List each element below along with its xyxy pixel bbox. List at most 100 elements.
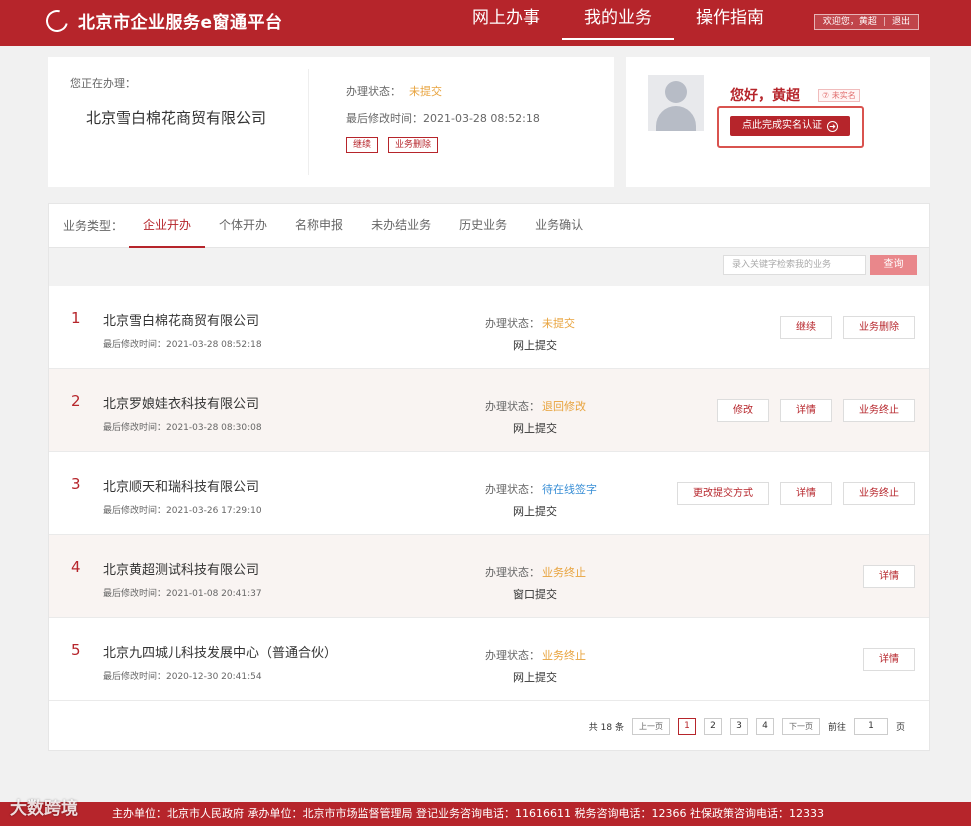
terminate-button[interactable]: 业务终止 [843,482,915,505]
list-item: 2 北京罗娘娃衣科技有限公司 最后修改时间：2021-03-28 08:30:0… [49,369,929,452]
delete-business-button[interactable]: 业务删除 [388,137,439,153]
row-number: 5 [71,641,81,659]
details-button[interactable]: 详情 [863,565,915,588]
row-modified-time: 最后修改时间：2021-01-08 20:41:37 [103,589,262,599]
welcome-text: 欢迎您，黄超 [822,17,877,27]
current-modified-time: 最后修改时间：2021-03-28 08:52:18 [346,112,540,125]
page-2[interactable]: 2 [703,717,722,735]
row-company-name[interactable]: 北京罗娘娃衣科技有限公司 [103,393,259,412]
main-nav: 网上办事 我的业务 操作指南 [450,0,786,40]
terminate-button[interactable]: 业务终止 [843,399,915,422]
nav-guide[interactable]: 操作指南 [674,0,786,40]
row-modified-time: 最后修改时间：2020-12-30 20:41:54 [103,672,262,682]
row-status: 办理状态： 未提交 [485,317,575,330]
page-4[interactable]: 4 [755,717,774,735]
page-unit: 页 [895,722,905,733]
row-status-value: 未提交 [542,317,575,330]
logo[interactable]: 北京市企业服务e窗通平台 [41,5,283,36]
row-modified-time: 最后修改时间：2021-03-26 17:29:10 [103,506,262,516]
row-submit-method: 网上提交 [513,505,557,518]
tab-unfinished[interactable]: 未办结业务 [357,204,445,248]
logo-text: 北京市企业服务e窗通平台 [78,13,283,33]
row-company-name[interactable]: 北京雪白棉花商贸有限公司 [103,310,259,329]
row-status: 办理状态： 业务终止 [485,649,586,662]
avatar [648,75,704,131]
row-modified-time: 最后修改时间：2021-03-28 08:52:18 [103,340,262,350]
tab-name-declaration[interactable]: 名称申报 [281,204,357,248]
business-list-panel: 业务类型： 企业开办 个体开办 名称申报 未办结业务 历史业务 业务确认 录入关… [48,203,930,751]
row-company-name[interactable]: 北京黄超测试科技有限公司 [103,559,259,578]
logout-link[interactable]: 退出 [892,15,910,29]
row-number: 2 [71,392,81,410]
row-submit-method: 网上提交 [513,339,557,352]
row-company-name[interactable]: 北京九四城儿科技发展中心（普通合伙） [103,642,337,661]
footer: 主办单位：北京市人民政府 承办单位：北京市市场监督管理局 登记业务咨询电话：11… [0,802,971,826]
prev-page-button[interactable]: 上一页 [631,717,670,735]
row-status-value: 待在线签字 [542,483,597,496]
row-number: 1 [71,309,81,327]
page-3[interactable]: 3 [729,717,748,735]
row-actions: 更改提交方式 详情 业务终止 [677,482,915,505]
divider [308,69,309,175]
row-status: 办理状态： 退回修改 [485,400,586,413]
row-submit-method: 网上提交 [513,422,557,435]
list-item: 1 北京雪白棉花商贸有限公司 最后修改时间：2021-03-28 08:52:1… [49,286,929,369]
row-company-name[interactable]: 北京顺天和瑞科技有限公司 [103,476,259,495]
tab-confirm[interactable]: 业务确认 [521,204,597,248]
row-status-value: 业务终止 [542,566,586,579]
unverified-badge: ⑦ 未实名 [818,89,860,102]
search-button[interactable]: 查询 [870,255,917,275]
tab-history[interactable]: 历史业务 [445,204,521,248]
row-actions: 详情 [863,648,915,671]
current-status: 办理状态： 未提交 [346,85,442,98]
list-item: 3 北京顺天和瑞科技有限公司 最后修改时间：2021-03-26 17:29:1… [49,452,929,535]
goto-page-input[interactable]: 1 [853,717,888,735]
tabs-label: 业务类型： [63,219,124,233]
top-bar: 北京市企业服务e窗通平台 网上办事 我的业务 操作指南 欢迎您，黄超 | 退出 [0,0,971,46]
nav-online-service[interactable]: 网上办事 [450,0,562,40]
change-submit-method-button[interactable]: 更改提交方式 [677,482,769,505]
real-name-verify-button[interactable]: 点此完成实名认证 ➜ [730,116,850,136]
logo-e-icon [41,5,73,36]
verify-highlight: 点此完成实名认证 ➜ [717,106,864,148]
search-input[interactable]: 录入关键字检索我的业务 [723,255,866,275]
tab-individual-open[interactable]: 个体开办 [205,204,281,248]
row-actions: 详情 [863,565,915,588]
current-company-name: 北京雪白棉花商贸有限公司 [86,109,267,127]
tab-enterprise-open[interactable]: 企业开办 [129,204,206,248]
greeting: 您好，黄超 [730,88,800,104]
page-1[interactable]: 1 [677,717,696,735]
current-actions: 继续 业务删除 [346,137,439,153]
details-button[interactable]: 详情 [863,648,915,671]
row-submit-method: 网上提交 [513,671,557,684]
user-card: 您好，黄超 ⑦ 未实名 点此完成实名认证 ➜ [626,57,930,187]
row-status: 办理状态： 业务终止 [485,566,586,579]
modify-button[interactable]: 修改 [717,399,769,422]
delete-business-button[interactable]: 业务删除 [843,316,915,339]
row-submit-method: 窗口提交 [513,588,557,601]
current-label: 您正在办理： [70,77,136,90]
current-status-value: 未提交 [409,85,442,98]
watermark: 大数跨境 [10,799,78,819]
details-button[interactable]: 详情 [780,399,832,422]
business-type-tabs: 业务类型： 企业开办 个体开办 名称申报 未办结业务 历史业务 业务确认 [49,204,929,248]
pagination: 共 18 条 上一页 1 2 3 4 下一页 前往 1 页 [49,702,929,750]
search-bar: 录入关键字检索我的业务 查询 [49,248,929,286]
row-status-value: 退回修改 [542,400,586,413]
row-actions: 修改 详情 业务终止 [717,399,915,422]
current-business-card: 您正在办理： 北京雪白棉花商贸有限公司 办理状态： 未提交 最后修改时间：2021… [48,57,614,187]
row-status-value: 业务终止 [542,649,586,662]
row-status: 办理状态： 待在线签字 [485,483,597,496]
business-list: 1 北京雪白棉花商贸有限公司 最后修改时间：2021-03-28 08:52:1… [49,286,929,701]
continue-button[interactable]: 继续 [780,316,832,339]
next-page-button[interactable]: 下一页 [781,717,820,735]
welcome-box: 欢迎您，黄超 | 退出 [813,14,919,30]
row-actions: 继续 业务删除 [780,316,915,339]
goto-label: 前往 [827,722,846,733]
row-number: 4 [71,558,81,576]
row-modified-time: 最后修改时间：2021-03-28 08:30:08 [103,423,262,433]
details-button[interactable]: 详情 [780,482,832,505]
nav-my-business[interactable]: 我的业务 [562,0,674,40]
continue-button[interactable]: 继续 [346,137,379,153]
list-item: 5 北京九四城儿科技发展中心（普通合伙） 最后修改时间：2020-12-30 2… [49,618,929,701]
